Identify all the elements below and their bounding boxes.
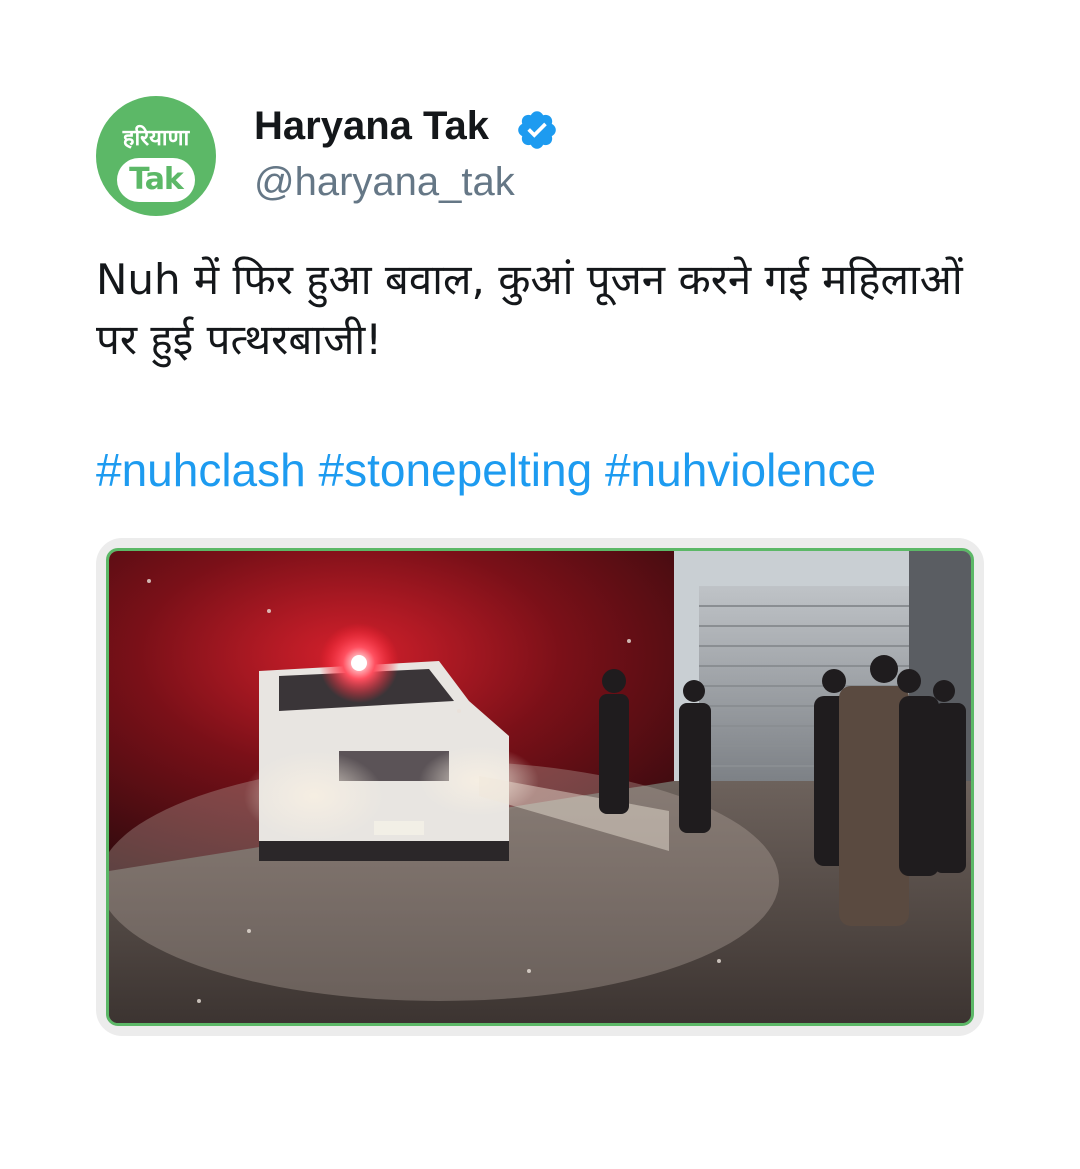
user-handle[interactable]: @haryana_tak [254,160,515,205]
hashtag-nuhclash[interactable]: #nuhclash [96,444,306,496]
avatar-logo-line2: Tak [117,158,195,202]
video-still-image [109,551,971,1023]
avatar[interactable]: हरियाणा Tak [96,96,216,216]
hashtag-stonepelting[interactable]: #stonepelting [319,444,593,496]
media-container [96,538,984,1036]
avatar-logo-line1: हरियाणा [122,126,190,151]
hashtag-nuhviolence[interactable]: #nuhviolence [605,444,876,496]
tweet-card: हरियाणा Tak Haryana Tak @haryana_tak Nuh… [0,0,1080,1169]
video-frame[interactable] [106,548,974,1026]
hashtag-list: #nuhclash #stonepelting #nuhviolence [96,440,876,500]
verified-badge-icon [518,111,556,149]
tweet-text: Nuh में फिर हुआ बवाल, कुआं पूजन करने गई … [96,255,963,364]
display-name[interactable]: Haryana Tak [254,104,489,149]
